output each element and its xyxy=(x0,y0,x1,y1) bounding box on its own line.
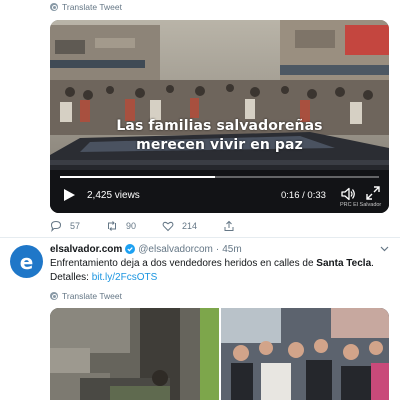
caption-line-1: Las familias salvadoreñas xyxy=(116,118,323,134)
video-time: 0:16 / 0:33 xyxy=(281,190,326,201)
tweet-text-part-1: Enfrentamiento deja a dos vendedores her… xyxy=(50,258,317,269)
tweet-divider xyxy=(0,237,400,238)
retweet-count: 90 xyxy=(126,221,137,231)
display-name[interactable]: elsalvador.com xyxy=(50,244,122,255)
tweet-text-part-2: . xyxy=(371,258,374,269)
video-caption: Las familias salvadoreñas merecen vivir … xyxy=(50,117,389,155)
translate-tweet-label-2: Translate Tweet xyxy=(62,291,123,301)
like-icon xyxy=(162,221,174,232)
tweet-header: elsalvador.com @elsalvadorcom · 45m xyxy=(50,243,242,255)
verified-icon xyxy=(125,244,136,254)
play-icon[interactable] xyxy=(62,188,76,202)
tweet-link[interactable]: bit.ly/2FcsOTS xyxy=(92,272,158,283)
tweet-text-details: Detalles: xyxy=(50,271,92,283)
video-progress-fill xyxy=(60,176,215,178)
photo-2-image xyxy=(221,308,389,400)
tweet-photo-2[interactable] xyxy=(221,308,389,400)
share-icon xyxy=(224,220,234,231)
reply-count: 57 xyxy=(70,221,81,231)
avatar-logo-letter: e xyxy=(19,249,34,274)
video-progress-bar[interactable] xyxy=(60,176,379,178)
user-handle[interactable]: @elsalvadorcom xyxy=(138,244,213,255)
retweet-icon xyxy=(108,221,117,231)
tweet-text: Enfrentamiento deja a dos vendedores her… xyxy=(50,257,390,284)
tweet-text-location: Santa Tecla xyxy=(316,258,372,269)
reply-button[interactable]: 57 xyxy=(50,220,80,232)
translate-tweet-link[interactable]: Translate Tweet xyxy=(50,0,122,14)
caret-down-icon[interactable] xyxy=(380,244,389,253)
like-button[interactable]: 214 xyxy=(162,220,197,232)
video-player[interactable]: Las familias salvadoreñas merecen vivir … xyxy=(50,20,389,213)
share-button[interactable] xyxy=(223,220,243,232)
volume-icon[interactable] xyxy=(340,186,356,202)
retweet-button[interactable]: 90 xyxy=(106,220,136,232)
globe-icon xyxy=(50,3,58,11)
translate-tweet-label: Translate Tweet xyxy=(62,2,123,12)
separator-dot: · xyxy=(215,243,220,255)
video-view-count: 2,425 views xyxy=(87,190,140,201)
globe-icon xyxy=(50,292,58,300)
fullscreen-icon[interactable] xyxy=(366,186,380,200)
tweet-timestamp[interactable]: 45m xyxy=(222,244,241,255)
tweet-photo-1[interactable] xyxy=(50,308,219,400)
translate-tweet-link-2[interactable]: Translate Tweet xyxy=(50,289,122,303)
caption-line-2: merecen vivir en paz xyxy=(136,137,303,153)
photo-1-image xyxy=(50,308,219,400)
video-watermark: PRC El Salvador xyxy=(340,202,382,208)
reply-icon xyxy=(50,220,62,232)
avatar[interactable]: e xyxy=(10,245,43,278)
tweet-actions: 57 90 214 xyxy=(50,218,269,234)
like-count: 214 xyxy=(182,221,198,231)
tweet-photos xyxy=(50,308,389,400)
